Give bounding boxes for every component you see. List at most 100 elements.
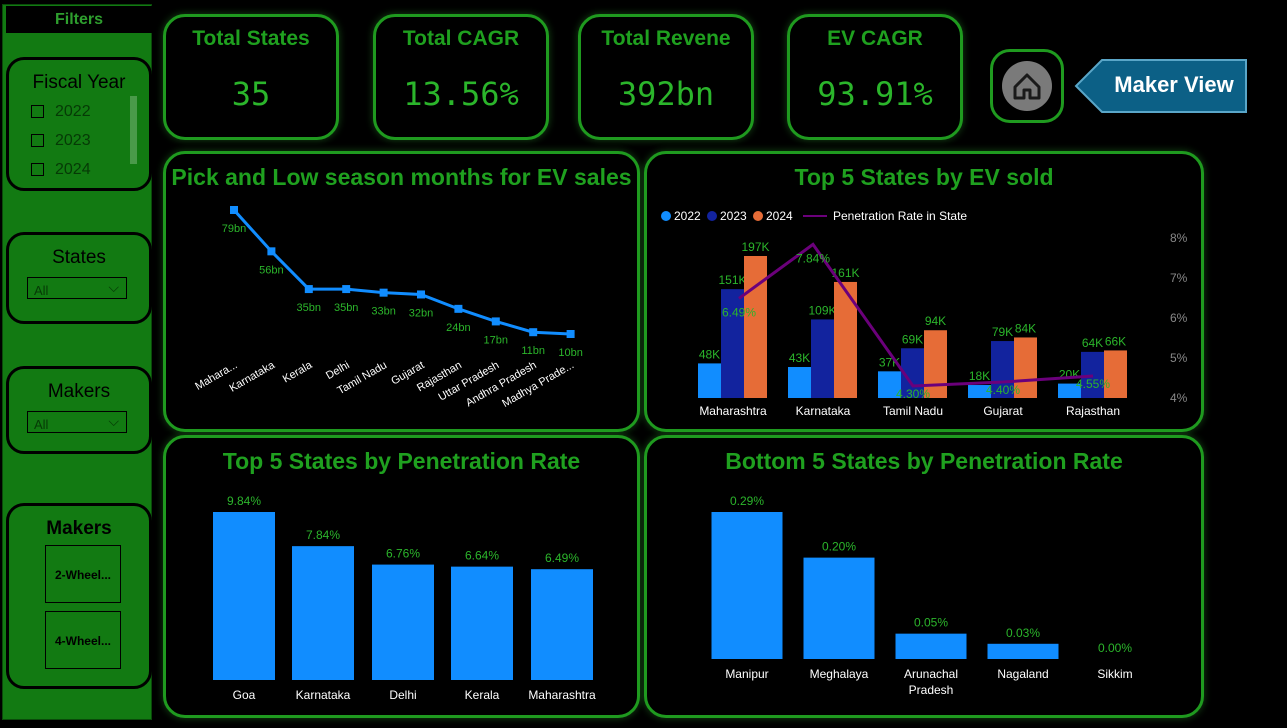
bar <box>213 512 275 680</box>
data-label: 33bn <box>371 306 395 318</box>
makers-tile-filter: Makers 2-Wheel... 4-Wheel... <box>6 503 152 689</box>
chart-title: Pick and Low season months for EV sales <box>171 164 632 190</box>
series-line <box>232 208 571 336</box>
category-label: Gujarat <box>983 404 1023 418</box>
data-label: 32bn <box>409 307 433 319</box>
makers-title: Makers <box>47 381 111 402</box>
bar <box>811 319 834 398</box>
data-label: 6.76% <box>386 547 420 561</box>
data-point <box>267 247 276 256</box>
legend-label: 2023 <box>720 209 747 223</box>
kpi-ev-cagr: EV CAGR 93.91% <box>787 14 963 140</box>
checkbox[interactable] <box>31 105 44 118</box>
checkbox[interactable] <box>31 134 44 147</box>
bar <box>698 363 721 398</box>
category-label: Delhi <box>389 688 416 702</box>
data-point <box>491 317 500 326</box>
data-label: 9.84% <box>227 494 261 508</box>
y2-tick-label: 7% <box>1170 271 1188 285</box>
home-icon <box>1002 61 1052 111</box>
top5-penetration-chart: 9.84% Goa 7.84% Karnataka 6.76% Delhi 6.64% Ker… <box>213 494 596 702</box>
data-label: 7.84% <box>306 528 340 542</box>
data-point <box>379 288 388 297</box>
option-label: 2022 <box>55 103 91 120</box>
chart-title: Top 5 States by EV sold <box>794 164 1054 190</box>
y2-tick-label: 8% <box>1170 231 1188 245</box>
filters-sidebar: Filters Fiscal Year 2022 2023 2024 State… <box>2 4 152 720</box>
bar <box>292 546 354 680</box>
category-label: Meghalaya <box>810 667 869 681</box>
data-point <box>417 290 425 299</box>
kpi-title: Total States <box>192 27 310 50</box>
category-label: Manipur <box>725 667 768 681</box>
category-label: Nagaland <box>997 667 1048 681</box>
chevron-down-icon: ⌵ <box>108 279 119 295</box>
data-label: 79K <box>992 325 1013 339</box>
bar <box>372 564 434 680</box>
y2-tick-label: 5% <box>1170 351 1188 365</box>
checkbox[interactable] <box>31 163 44 176</box>
data-label: 35bn <box>297 302 321 314</box>
states-dropdown[interactable]: All ⌵ <box>27 277 127 299</box>
data-label: 17bn <box>484 334 508 346</box>
category-label: Goa <box>233 688 256 702</box>
bottom5-penetration-panel: Bottom 5 States by Penetration Rate 0.29… <box>644 435 1204 718</box>
kpi-value: 35 <box>231 75 271 113</box>
data-label: 6.64% <box>465 549 499 563</box>
data-label: 151K <box>718 273 746 287</box>
category-label: Kerala <box>281 359 315 386</box>
y2-tick-label: 6% <box>1170 311 1188 325</box>
filters-header: Filters <box>6 6 152 33</box>
data-label: 84K <box>1015 321 1036 335</box>
kpi-title: Total CAGR <box>402 27 520 50</box>
data-point <box>529 328 538 337</box>
bar <box>711 512 783 659</box>
fiscal-year-title: Fiscal Year <box>32 72 126 93</box>
chevron-down-icon: ⌵ <box>108 413 119 429</box>
data-label: 56bn <box>259 264 283 276</box>
kpi-title: EV CAGR <box>827 27 923 50</box>
legend-label: Penetration Rate in State <box>833 209 967 223</box>
data-label: 35bn <box>334 302 358 314</box>
data-label: 66K <box>1105 334 1126 348</box>
option-label: 2023 <box>55 132 91 149</box>
bar <box>803 557 875 659</box>
data-label: 197K <box>741 240 769 254</box>
season-line-chart: 79bnMahara...56bnKarnataka35bnKerala35bn… <box>193 206 583 410</box>
data-label: 79bn <box>222 223 246 235</box>
data-label: 0.05% <box>914 616 948 630</box>
home-button[interactable] <box>990 49 1064 123</box>
category-label: Tamil Nadu <box>883 404 943 418</box>
four-wheeler-tile[interactable]: 4-Wheel... <box>45 611 121 669</box>
category-label: Kerala <box>465 688 500 702</box>
bottom5-penetration-chart: 0.29% Manipur 0.20% Meghalaya 0.05% Arunachal… <box>711 494 1133 697</box>
data-label: 18K <box>969 369 990 383</box>
legend-label: 2024 <box>766 209 793 223</box>
data-label: 0.20% <box>822 540 856 554</box>
bar <box>744 256 767 398</box>
two-wheeler-tile[interactable]: 2-Wheel... <box>45 545 121 603</box>
category-label: Maharashtra <box>528 688 596 702</box>
maker-view-button[interactable]: Maker View <box>1074 58 1254 114</box>
ev-sold-combo-chart: 2022 2023 2024 Penetration Rate in State 48K… <box>661 209 1188 418</box>
fiscal-year-scrollbar[interactable] <box>130 96 137 164</box>
category-label: Maharashtra <box>699 404 767 418</box>
data-label: 109K <box>808 303 836 317</box>
makers-tile-title: Makers <box>46 518 112 539</box>
data-label: 6.49% <box>545 551 579 565</box>
kpi-total-states: Total States 35 <box>163 14 339 140</box>
legend-marker <box>753 211 763 221</box>
legend-marker <box>707 211 717 221</box>
kpi-total-revenue: Total Revene 392bn <box>578 14 754 140</box>
kpi-total-cagr: Total CAGR 13.56% <box>373 14 549 140</box>
makers-filter: Makers All ⌵ <box>6 366 152 454</box>
maker-view-label: Maker View <box>1114 72 1234 97</box>
data-label: 24bn <box>446 322 470 334</box>
line-data-label: 4.40% <box>986 383 1020 397</box>
states-title: States <box>52 247 106 268</box>
makers-dropdown[interactable]: All ⌵ <box>27 411 127 433</box>
y2-tick-label: 4% <box>1170 391 1188 405</box>
line-data-label: 4.55% <box>1076 377 1110 391</box>
data-point <box>454 304 463 313</box>
chart-title: Top 5 States by Penetration Rate <box>222 448 581 474</box>
